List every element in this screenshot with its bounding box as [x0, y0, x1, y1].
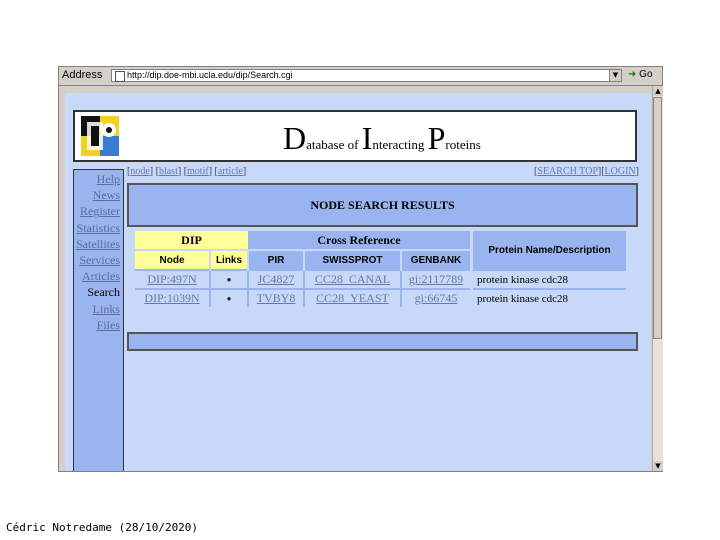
results-table: DIP Cross Reference Protein Name/Descrip… [135, 231, 626, 307]
go-arrow-icon: ➜ [628, 69, 637, 80]
header-genbank: GENBANK [400, 249, 472, 270]
dip-logo-icon[interactable] [81, 116, 119, 156]
scroll-thumb[interactable] [653, 97, 662, 339]
links-dot-icon[interactable]: ● [209, 288, 248, 307]
address-label: Address [62, 69, 103, 81]
link-blast[interactable]: blast [159, 166, 178, 177]
links-dot-icon[interactable]: ● [209, 269, 248, 289]
page-viewport: Database of Interacting Proteins Help Ne… [65, 93, 651, 471]
site-title: Database of Interacting Proteins [283, 120, 481, 157]
cell-pir-link[interactable]: TVBY8 [247, 288, 304, 307]
sidebar-item-services[interactable]: Services [74, 252, 123, 268]
header-protein-name: Protein Name/Description [470, 231, 626, 270]
site-banner: Database of Interacting Proteins [73, 110, 637, 162]
header-dip: DIP [135, 231, 248, 250]
title-letter-d: D [283, 120, 307, 156]
title-letter-i: I [361, 120, 373, 156]
sidebar-item-satellites[interactable]: Satellites [74, 236, 123, 252]
cell-protein-name: protein kinase cdc28 [470, 288, 626, 307]
go-button[interactable]: ➜ Go [628, 69, 653, 80]
header-node: Node [135, 249, 211, 270]
header-cross-reference: Cross Reference [248, 231, 472, 250]
slide-footer: Cédric Notredame (28/10/2020) [6, 521, 199, 534]
link-article[interactable]: article [218, 166, 243, 177]
cell-pir-link[interactable]: JC4827 [247, 269, 304, 289]
top-links: [node] [blast] [motif] [article] [127, 166, 247, 177]
sidebar-item-statistics[interactable]: Statistics [74, 220, 123, 236]
header-swissprot: SWISSPROT [303, 249, 401, 270]
sidebar-item-search: Search [87, 285, 120, 300]
sidebar-nav: Help News Register Statistics Satellites… [73, 169, 124, 471]
scroll-down-icon[interactable]: ▼ [653, 461, 663, 471]
table-row: DIP:1039N ● TVBY8 CC28_YEAST gi:66745 pr… [135, 288, 626, 307]
address-input[interactable]: http://dip.doe-mbi.ucla.edu/dip/Search.c… [111, 69, 622, 82]
header-links: Links [210, 249, 248, 270]
title-word-atabase: atabase of [306, 137, 362, 152]
cell-swissprot-link[interactable]: CC28_YEAST [303, 288, 401, 307]
title-word-nteracting: nteracting [372, 137, 428, 152]
cell-genbank-link[interactable]: gi:66745 [400, 288, 472, 307]
link-motif[interactable]: motif [187, 166, 209, 177]
address-url[interactable]: http://dip.doe-mbi.ucla.edu/dip/Search.c… [127, 70, 293, 80]
dropdown-arrow-icon[interactable]: ▼ [609, 70, 621, 81]
cell-node-link[interactable]: DIP:497N [135, 269, 210, 289]
go-label: Go [639, 69, 653, 80]
page-icon [115, 71, 125, 82]
table-row: DIP:497N ● JC4827 CC28_CANAL gi:2117789 … [135, 269, 626, 289]
title-word-roteins: roteins [445, 137, 481, 152]
link-search-top[interactable]: SEARCH TOP [537, 166, 597, 177]
cell-protein-name: protein kinase cdc28 [470, 269, 626, 289]
cell-genbank-link[interactable]: gi:2117789 [400, 269, 472, 289]
cell-swissprot-link[interactable]: CC28_CANAL [303, 269, 401, 289]
sidebar-item-articles[interactable]: Articles [74, 268, 123, 284]
results-title: NODE SEARCH RESULTS [127, 183, 638, 227]
vertical-scrollbar[interactable]: ▲ ▼ [652, 86, 663, 471]
results-footer-bar [127, 332, 638, 351]
sidebar-item-files[interactable]: Files [74, 317, 123, 333]
scroll-up-icon[interactable]: ▲ [653, 86, 663, 96]
header-pir: PIR [247, 249, 304, 270]
link-node[interactable]: node [130, 166, 149, 177]
top-right-links: [SEARCH TOP][LOGIN] [534, 166, 639, 177]
cell-node-link[interactable]: DIP:1039N [135, 288, 210, 307]
browser-window: Address http://dip.doe-mbi.ucla.edu/dip/… [58, 66, 663, 472]
sidebar-item-register[interactable]: Register [74, 203, 123, 219]
sidebar-item-help[interactable]: Help [74, 171, 123, 187]
link-login[interactable]: LOGIN [605, 166, 636, 177]
title-letter-p: P [427, 120, 446, 156]
sidebar-item-links[interactable]: Links [74, 301, 123, 317]
sidebar-item-news[interactable]: News [74, 187, 123, 203]
address-bar: Address http://dip.doe-mbi.ucla.edu/dip/… [59, 67, 662, 86]
